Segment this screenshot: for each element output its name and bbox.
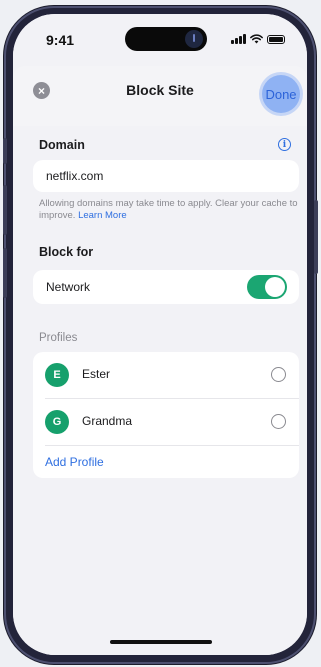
profile-name: Grandma: [82, 414, 133, 428]
avatar: G: [45, 410, 69, 434]
profile-row-grandma[interactable]: G Grandma: [33, 399, 299, 445]
mute-switch: [3, 138, 7, 164]
toggle-knob: [265, 277, 285, 297]
status-icons: [231, 34, 285, 44]
profile-row-ester[interactable]: E Ester: [33, 352, 299, 398]
dynamic-island: [125, 27, 207, 51]
signal-icon: [231, 34, 246, 44]
done-button[interactable]: Done: [262, 75, 300, 113]
status-bar: 9:41: [13, 14, 307, 62]
network-label: Network: [46, 280, 91, 294]
network-toggle[interactable]: [247, 275, 287, 299]
volume-up-button: [3, 185, 7, 235]
screen: 9:41 × Block Site Done Domain i netflix.…: [13, 14, 307, 655]
network-row: Network: [33, 270, 299, 304]
domain-field[interactable]: netflix.com: [33, 160, 299, 192]
home-indicator: [110, 640, 212, 644]
power-button: [314, 200, 318, 274]
profiles-card: E Ester G Grandma Add Profile: [33, 352, 299, 478]
domain-label: Domain: [39, 138, 85, 152]
profiles-label: Profiles: [39, 332, 78, 344]
profile-radio-grandma[interactable]: [271, 414, 286, 429]
status-time: 9:41: [46, 32, 75, 48]
block-for-label: Block for: [39, 245, 94, 259]
domain-input-value[interactable]: netflix.com: [46, 169, 103, 183]
wifi-icon: [250, 34, 263, 44]
info-icon[interactable]: i: [278, 138, 291, 151]
profile-name: Ester: [82, 367, 111, 381]
sheet-header: × Block Site Done: [13, 66, 307, 126]
dynamic-island-activity-icon: [185, 30, 203, 48]
domain-help-text: Allowing domains may take time to apply.…: [39, 198, 301, 222]
add-profile-button[interactable]: Add Profile: [45, 455, 104, 469]
battery-icon: [267, 34, 285, 44]
avatar: E: [45, 363, 69, 387]
learn-more-link[interactable]: Learn More: [78, 210, 127, 221]
profile-radio-ester[interactable]: [271, 367, 286, 382]
divider: [45, 445, 299, 446]
volume-down-button: [3, 248, 7, 298]
